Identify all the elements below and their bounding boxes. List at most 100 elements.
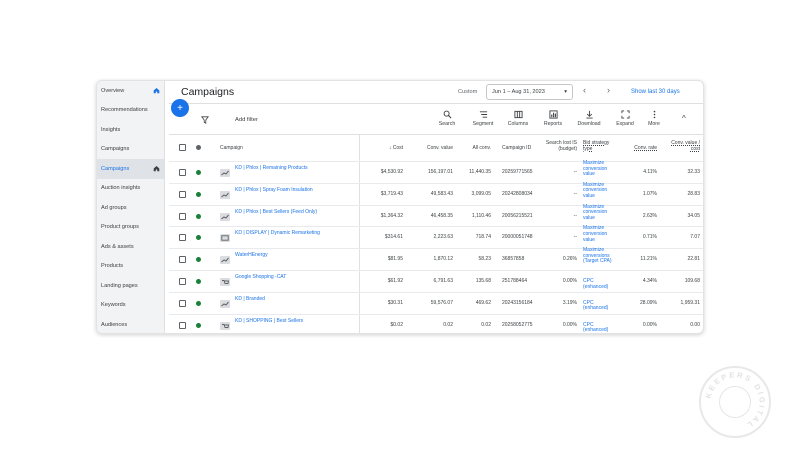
column-header-conv-value[interactable]: Conv. value <box>419 145 453 151</box>
collapse-icon[interactable]: ^ <box>682 114 686 123</box>
cost-value: $1,364.32 <box>380 212 403 219</box>
select-all-checkbox[interactable] <box>179 144 186 151</box>
bid-strategy-value[interactable]: Maximize conversions (Target CPA) <box>583 247 619 265</box>
sidebar-item-keywords[interactable]: Keywords <box>97 296 164 316</box>
campaign-name-link[interactable]: Google Shopping -CAT <box>235 274 325 281</box>
bid-strategy-value[interactable]: Maximize conversion value <box>583 204 619 222</box>
campaign-id-value: 20258052775 <box>502 321 533 328</box>
row-checkbox[interactable] <box>179 169 186 176</box>
campaign-name-link[interactable]: KD | Branded <box>235 296 325 303</box>
campaign-name-link[interactable]: KD | Phlox | Remaining Products <box>235 165 325 172</box>
row-checkbox[interactable] <box>179 321 186 329</box>
sidebar-item-campaigns[interactable]: Campaigns <box>97 140 164 160</box>
table-row: WaterHEnergy $81.95 1,870.12 58.23 36857858 0… <box>169 247 703 270</box>
toolbar-label: Segment <box>472 121 494 127</box>
sidebar-item-overview[interactable]: Overview <box>97 81 164 101</box>
previous-period-icon[interactable]: ‹ <box>583 85 586 95</box>
bid-strategy-value[interactable]: Maximize conversion value <box>583 226 619 243</box>
campaign-name-link[interactable]: KD | Phlox | Spray Foam Insulation <box>235 187 325 194</box>
sidebar-item-label: Insights <box>101 126 121 133</box>
column-header-campaign[interactable]: Campaign <box>220 145 243 151</box>
table-row: KD | Phlox | Spray Foam Insulation $3,719… <box>169 182 703 205</box>
campaign-id-value: 20243156184 <box>502 299 533 306</box>
search-lost-is-value: 3.19% <box>562 299 577 306</box>
conv-value-value: 6,791.63 <box>433 278 453 284</box>
sidebar-item-label: Products <box>101 263 124 270</box>
sidebar-item-insights[interactable]: Insights <box>97 120 164 140</box>
conv-value-value: 0.02 <box>443 321 453 328</box>
row-checkbox[interactable] <box>179 256 186 264</box>
column-header-all-conv[interactable]: All conv. <box>463 145 491 151</box>
toolbar-search-button[interactable]: Search <box>432 110 462 127</box>
column-header-conv-rate[interactable]: Conv. rate <box>625 145 657 151</box>
date-range-picker[interactable]: Jun 1 – Aug 31, 2023 ▾ <box>486 84 573 100</box>
campaign-id-value: 20242808034 <box>502 190 533 197</box>
table-row: KD | Branded $30.31 59,576.07 469.62 2024315… <box>169 291 703 314</box>
status-enabled-icon <box>196 300 201 306</box>
toolbar-label: Reports <box>543 121 563 127</box>
sidebar-item-ads-assets[interactable]: Ads & assets <box>97 237 164 257</box>
row-checkbox[interactable] <box>179 212 186 220</box>
campaign-type-icon <box>220 169 230 177</box>
campaign-type-icon <box>220 212 230 221</box>
top-bar: Campaigns Custom Jun 1 – Aug 31, 2023 ▾ … <box>169 81 703 103</box>
campaign-type-icon <box>220 278 230 286</box>
sidebar-item-product-groups[interactable]: Product groups <box>97 218 164 238</box>
campaign-name-link[interactable]: KD | Phlox | Best Sellers (Feed Only) <box>235 209 325 216</box>
sidebar-item-auction-insights[interactable]: Auction insights <box>97 179 164 199</box>
status-enabled-icon <box>196 235 201 241</box>
status-header-icon <box>196 145 201 150</box>
bid-strategy-value[interactable]: CPC (enhanced) <box>583 322 619 333</box>
row-checkbox[interactable] <box>179 190 186 198</box>
toolbar-segment-button[interactable]: Segment <box>468 110 498 127</box>
toolbar-download-button[interactable]: Download <box>574 110 604 127</box>
bid-strategy-value[interactable]: Maximize conversion value <box>583 182 619 200</box>
date-custom-label: Custom <box>458 89 478 95</box>
column-header-cost[interactable]: ↓ Cost <box>377 145 403 151</box>
campaign-id-value: 20056215521 <box>502 212 533 219</box>
bid-strategy-value[interactable]: CPC (enhanced) <box>583 278 619 290</box>
sidebar-item-ad-groups[interactable]: Ad groups <box>97 198 164 218</box>
sidebar-item-products[interactable]: Products <box>97 257 164 277</box>
campaign-name-link[interactable]: WaterHEnergy <box>235 253 325 259</box>
all-conv-value: 58.23 <box>478 256 491 263</box>
conv-value-cost-value: 0.00 <box>690 321 700 328</box>
conv-value-value: 59,576.07 <box>430 299 453 306</box>
sidebar-item-landing-pages[interactable]: Landing pages <box>97 276 164 296</box>
toolbar-expand-button[interactable]: Expand <box>610 110 640 127</box>
toolbar-label: Columns <box>507 121 529 127</box>
toolbar-more-button[interactable]: More <box>639 110 669 127</box>
toolbar-reports-button[interactable]: Reports <box>538 110 568 127</box>
next-period-icon[interactable]: › <box>607 85 610 95</box>
bid-strategy-value[interactable]: CPC (enhanced) <box>583 300 619 312</box>
conv-value-cost-value: 22.81 <box>687 256 700 263</box>
sidebar-item-campaigns[interactable]: Campaigns <box>97 159 164 179</box>
filter-icon[interactable] <box>201 116 209 124</box>
sidebar-item-recommendations[interactable]: Recommendations <box>97 101 164 121</box>
toolbar-columns-button[interactable]: Columns <box>503 110 533 127</box>
bid-strategy-value[interactable]: Maximize conversion value <box>583 160 619 178</box>
date-range-text: Jun 1 – Aug 31, 2023 <box>492 89 545 95</box>
column-header-campaign-id[interactable]: Campaign ID <box>502 145 538 151</box>
sidebar-item-audiences[interactable]: Audiences <box>97 315 164 333</box>
show-last-30-days-link[interactable]: Show last 30 days <box>631 89 680 95</box>
search-lost-is-value: -- <box>573 212 577 219</box>
conv-value-cost-value: 1,959.31 <box>680 299 700 306</box>
campaign-id-value: 20259771565 <box>502 169 533 175</box>
conv-rate-value: 2.63% <box>642 212 657 219</box>
search-lost-is-value: -- <box>573 169 577 175</box>
add-filter-button[interactable]: Add filter <box>235 117 258 123</box>
segment-icon <box>479 111 487 118</box>
conv-value-value: 49,583.43 <box>430 190 453 197</box>
campaign-name-link[interactable]: KD | SHOPPING | Best Sellers <box>235 318 325 325</box>
column-header-search-lost-is[interactable]: Search lost IS (budget) <box>541 140 577 152</box>
column-header-conv-value-cost[interactable]: Conv. value / cost <box>667 140 700 152</box>
search-lost-is-value: -- <box>573 190 577 197</box>
column-header-bid-strategy[interactable]: Bid strategy type <box>583 140 619 152</box>
row-checkbox[interactable] <box>179 234 186 242</box>
campaign-name-link[interactable]: KD | DISPLAY | Dynamic Remarketing <box>235 231 325 237</box>
status-enabled-icon <box>196 170 201 175</box>
cost-value: $3,719.43 <box>380 190 403 197</box>
row-checkbox[interactable] <box>179 278 186 285</box>
row-checkbox[interactable] <box>179 299 186 307</box>
